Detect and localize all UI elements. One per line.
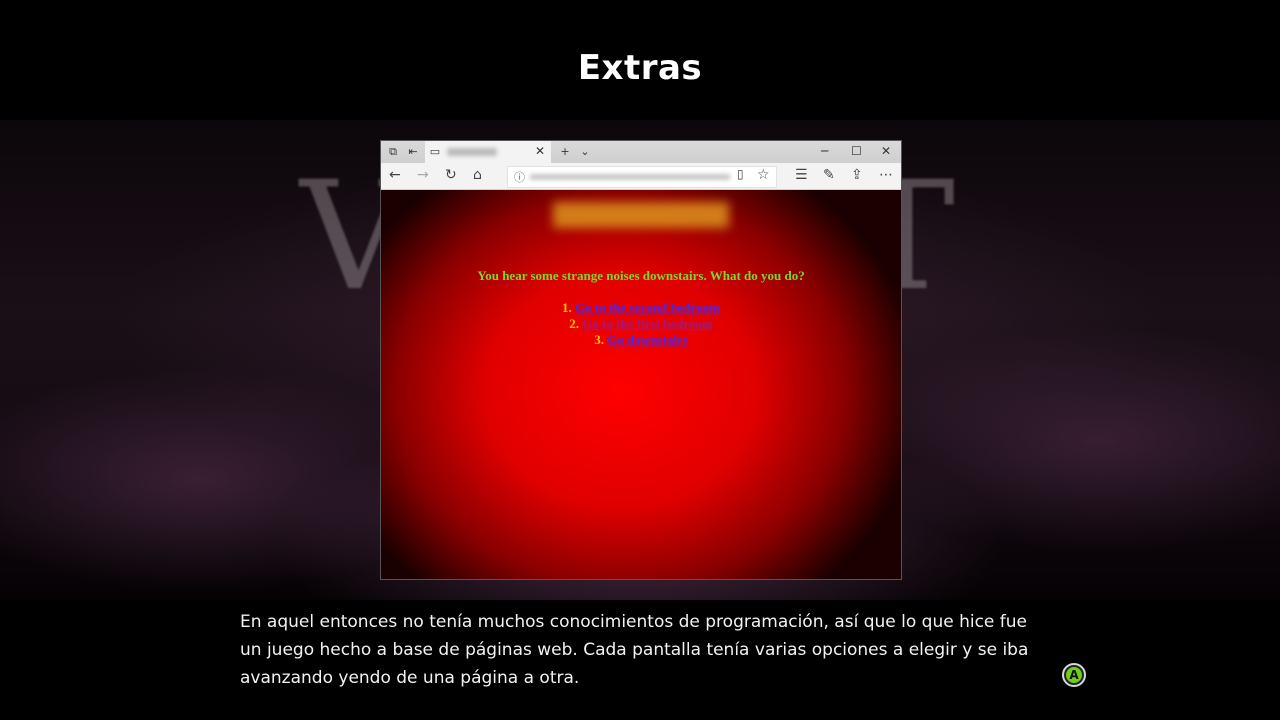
back-icon: ← [389,167,401,183]
browser-tab: ▭ ✕ [425,141,551,163]
option-number: 1. [562,300,572,315]
option-item: 3. Go downstairs [381,332,901,348]
a-button-icon: A [1066,667,1082,683]
tab-menu-icon: ⌄ [580,145,590,158]
tab-aside-icon: ⇤ [408,145,418,158]
caption-text: En aquel entonces no tenía muchos conoci… [240,612,1029,688]
reading-view-icon: ▯ [737,167,744,181]
option-number: 2. [569,316,580,331]
share-icon: ⇪ [851,167,863,183]
page-title: Extras [577,48,703,88]
window-close-icon: ✕ [881,144,892,158]
option-item: 2. Go to the first bedroom [381,316,901,332]
page-heading-blurred [553,202,729,228]
info-icon: ⓘ [514,171,525,184]
option-number: 3. [594,332,604,347]
url-text-blurred [530,174,730,180]
a-button-prompt[interactable]: A [1062,663,1086,687]
browser-tab-bar: ⧉ ⇤ ▭ ✕ + ⌄ ─ ☐ ✕ [381,141,901,163]
browser-address-bar: ← → ↻ ⌂ ⓘ ▯ ☆ ☰ ✎ ⇪ ⋯ [381,163,901,190]
browser-screenshot: ⧉ ⇤ ▭ ✕ + ⌄ ─ ☐ ✕ ← → ↻ ⌂ ⓘ ▯ ☆ ☰ ✎ ⇪ ⋯ … [380,140,902,580]
new-tab-icon: + [560,145,570,158]
option-link: Go to the second bedroom [575,300,720,315]
option-link: Go downstairs [607,332,688,347]
tab-close-icon: ✕ [534,144,545,158]
forward-icon: → [417,167,429,183]
home-icon: ⌂ [473,167,482,183]
option-item: 1. Go to the second bedroom [381,300,901,316]
maximize-icon: ☐ [851,144,862,158]
tab-page-icon: ▭ [429,145,441,158]
minimize-icon: ─ [821,144,829,158]
favorite-star-icon: ☆ [757,167,770,183]
favorites-list-icon: ☰ [795,167,808,183]
tab-preview-icon: ⧉ [389,145,397,158]
tab-title-blurred [447,148,497,156]
web-page-content: You hear some strange noises downstairs.… [381,190,901,579]
more-icon: ⋯ [879,167,893,183]
options-list: 1. Go to the second bedroom 2. Go to the… [381,300,901,348]
pen-icon: ✎ [823,167,835,183]
question-text: You hear some strange noises downstairs.… [477,268,805,283]
option-link: Go to the first bedroom [582,316,713,331]
refresh-icon: ↻ [445,167,457,183]
